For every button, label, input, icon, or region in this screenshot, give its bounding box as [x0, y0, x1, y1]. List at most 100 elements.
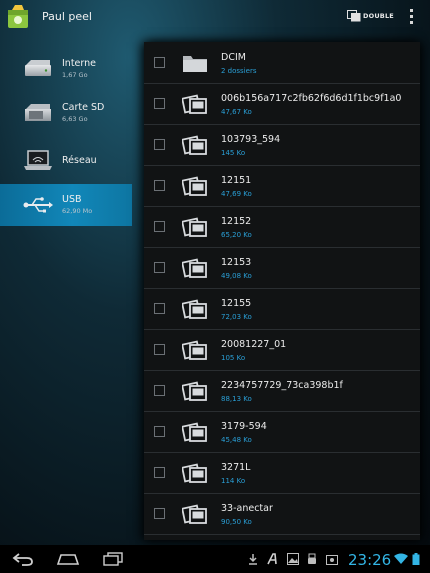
row-checkbox[interactable]: [154, 262, 165, 273]
file-row[interactable]: 12155 72,03 Ko: [144, 288, 420, 330]
row-checkbox[interactable]: [154, 467, 165, 478]
row-checkbox[interactable]: [154, 385, 165, 396]
sidebar-item-reseau[interactable]: Réseau: [0, 140, 132, 182]
sidebar-item-size: 62,90 Mo: [62, 207, 93, 215]
overflow-dot-icon: [410, 15, 413, 18]
sidebar-item-label: Carte SD: [62, 102, 105, 113]
back-icon[interactable]: [10, 551, 36, 567]
file-row[interactable]: 12152 65,20 Ko: [144, 206, 420, 248]
image-file-icon: [182, 463, 207, 483]
file-details: 72,03 Ko: [221, 313, 252, 321]
file-list-panel: DCIM 2 dossiers 006b156a717c2fb62f6d6d1f…: [144, 42, 420, 540]
image-file-icon: [182, 422, 207, 442]
file-row[interactable]: 2234757729_73ca398b1f 88,13 Ko: [144, 370, 420, 412]
dual-pane-label: DOUBLE: [363, 12, 394, 20]
network-laptop-icon: [24, 150, 52, 170]
file-name: 12152: [221, 216, 252, 227]
file-details: 65,20 Ko: [221, 231, 252, 239]
file-row[interactable]: 12151 47,69 Ko: [144, 165, 420, 207]
file-details: 105 Ko: [221, 354, 246, 362]
hard-drive-icon: [25, 60, 51, 76]
file-details: 49,08 Ko: [221, 272, 252, 280]
row-checkbox[interactable]: [154, 139, 165, 150]
overflow-dot-icon: [410, 21, 413, 24]
download-icon[interactable]: [247, 553, 259, 565]
row-checkbox[interactable]: [154, 303, 165, 314]
row-checkbox[interactable]: [154, 180, 165, 191]
image-file-icon: [182, 94, 207, 114]
usb-debug-icon[interactable]: [307, 553, 317, 565]
file-name: 12153: [221, 257, 252, 268]
file-row[interactable]: 33-anectar 90,50 Ko: [144, 493, 420, 535]
file-row[interactable]: 3179-594 45,48 Ko: [144, 411, 420, 453]
file-details: 45,48 Ko: [221, 436, 252, 444]
row-checkbox[interactable]: [154, 508, 165, 519]
file-details: 47,69 Ko: [221, 190, 252, 198]
file-name: 006b156a717c2fb62f6d6d1f1bc9f1a0: [221, 93, 402, 104]
app-title: Paul peel: [42, 10, 92, 23]
dual-pane-button[interactable]: DOUBLE: [344, 7, 394, 27]
file-name: 2234757729_73ca398b1f: [221, 380, 343, 391]
home-icon[interactable]: [55, 551, 81, 567]
file-name: 33-anectar: [221, 503, 273, 514]
sidebar-item-label: USB: [62, 194, 82, 205]
sidebar-item-usb[interactable]: USB 62,90 Mo: [0, 184, 132, 226]
image-icon[interactable]: [287, 553, 299, 565]
file-details: 47,67 Ko: [221, 108, 252, 116]
image-file-icon: [182, 381, 207, 401]
file-row[interactable]: DCIM 2 dossiers: [144, 42, 420, 84]
sidebar-item-label: Interne: [62, 58, 96, 69]
status-clock: 23:26: [348, 551, 392, 569]
sidebar-item-size: 6,63 Go: [62, 115, 88, 123]
row-checkbox[interactable]: [154, 344, 165, 355]
image-file-icon: [182, 135, 207, 155]
image-file-icon: [182, 258, 207, 278]
file-details: 145 Ko: [221, 149, 246, 157]
action-bar: Paul peel DOUBLE: [0, 0, 430, 36]
font-icon[interactable]: [266, 553, 280, 565]
file-details: 88,13 Ko: [221, 395, 252, 403]
file-row[interactable]: 103793_594 145 Ko: [144, 124, 420, 166]
file-name: 3179-594: [221, 421, 267, 432]
file-row[interactable]: 006b156a717c2fb62f6d6d1f1bc9f1a0 47,67 K…: [144, 83, 420, 125]
overflow-dot-icon: [410, 9, 413, 12]
system-bar: 23:26: [0, 545, 430, 573]
wifi-icon[interactable]: [394, 553, 408, 565]
battery-icon[interactable]: [412, 553, 420, 565]
screenshot-icon[interactable]: [326, 553, 338, 565]
file-row[interactable]: 12153 49,08 Ko: [144, 247, 420, 289]
file-name: 20081227_01: [221, 339, 287, 350]
row-checkbox[interactable]: [154, 57, 165, 68]
image-file-icon: [182, 299, 207, 319]
file-details: 114 Ko: [221, 477, 246, 485]
image-file-icon: [182, 340, 207, 360]
file-details: 2 dossiers: [221, 67, 257, 75]
sidebar-item-size: 1,67 Go: [62, 71, 88, 79]
usb-icon: [23, 197, 53, 213]
sidebar-item-interne[interactable]: Interne 1,67 Go: [0, 48, 132, 90]
row-checkbox[interactable]: [154, 98, 165, 109]
app-icon[interactable]: [6, 4, 30, 30]
file-name: 3271L: [221, 462, 251, 473]
row-checkbox[interactable]: [154, 426, 165, 437]
file-details: 90,50 Ko: [221, 518, 252, 526]
sidebar-item-carte-sd[interactable]: Carte SD 6,63 Go: [0, 92, 132, 134]
image-file-icon: [182, 504, 207, 524]
file-name: 103793_594: [221, 134, 281, 145]
row-checkbox[interactable]: [154, 221, 165, 232]
dual-pane-icon: [347, 10, 361, 22]
folder-icon: [183, 56, 207, 72]
recent-apps-icon[interactable]: [100, 551, 126, 567]
storage-sidebar: Interne 1,67 Go Carte SD 6,63 Go Réseau: [0, 48, 132, 548]
file-name: DCIM: [221, 52, 246, 63]
file-name: 12151: [221, 175, 252, 186]
image-file-icon: [182, 217, 207, 237]
file-row[interactable]: 3271L 114 Ko: [144, 452, 420, 494]
file-name: 12155: [221, 298, 252, 309]
overflow-menu-button[interactable]: [404, 7, 418, 27]
image-file-icon: [182, 176, 207, 196]
sidebar-item-label: Réseau: [62, 155, 97, 166]
file-manager-app: Paul peel DOUBLE Interne 1,67 Go Carte S…: [0, 0, 430, 573]
sd-card-icon: [25, 104, 51, 121]
file-row[interactable]: 20081227_01 105 Ko: [144, 329, 420, 371]
